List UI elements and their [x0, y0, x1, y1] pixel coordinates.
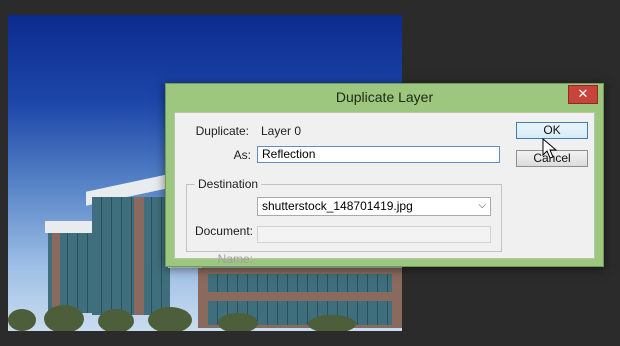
mouse-pointer-icon: [542, 138, 558, 159]
dialog-title: Duplicate Layer: [335, 89, 434, 105]
destination-legend: Destination: [198, 177, 259, 191]
as-input[interactable]: Reflection: [257, 146, 500, 163]
duplicate-value: Layer 0: [261, 124, 302, 138]
duplicate-layer-dialog: Duplicate Layer ✕ Duplicate: Layer 0 As:…: [165, 83, 604, 267]
name-input[interactable]: [257, 226, 491, 243]
document-label: Document:: [194, 224, 253, 238]
close-button[interactable]: ✕: [568, 85, 598, 104]
document-select[interactable]: shutterstock_148701419.jpg ⌵: [257, 197, 491, 216]
name-label: Name:: [217, 252, 253, 266]
duplicate-label: Duplicate:: [195, 124, 249, 138]
as-label: As:: [233, 148, 251, 162]
chevron-down-icon: ⌵: [478, 200, 486, 211]
ok-button[interactable]: OK: [516, 122, 588, 139]
dialog-titlebar[interactable]: Duplicate Layer ✕: [166, 84, 603, 110]
document-select-value: shutterstock_148701419.jpg: [262, 199, 413, 213]
close-icon: ✕: [577, 87, 589, 102]
